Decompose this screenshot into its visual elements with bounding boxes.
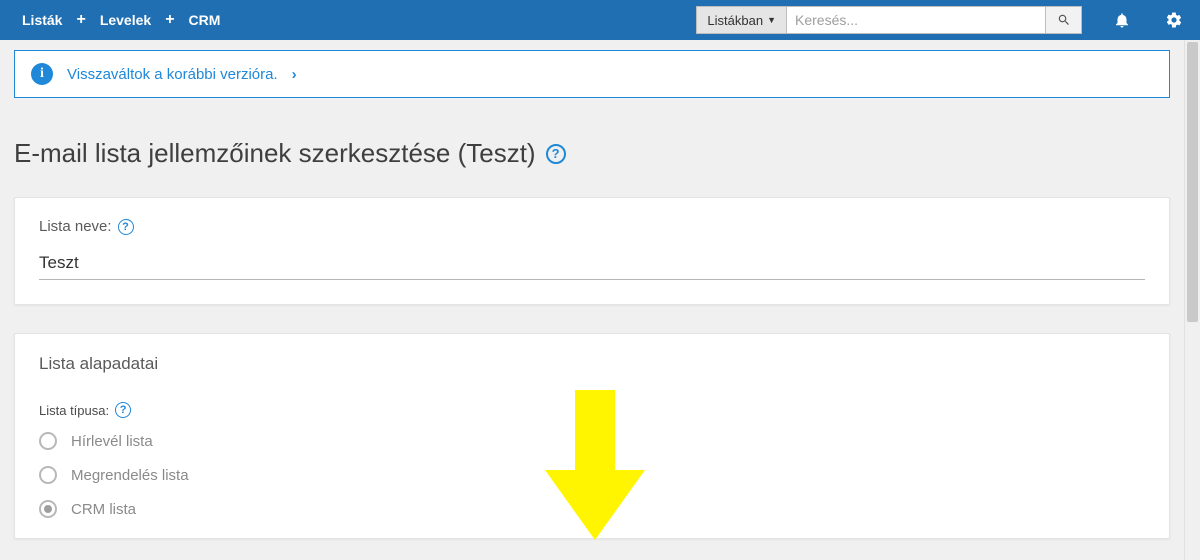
list-name-label: Lista neve: ?	[39, 218, 1145, 235]
nav-letters[interactable]: Levelek	[100, 12, 151, 28]
search-icon	[1057, 13, 1071, 27]
topbar: Listák + Levelek + CRM Listákban ▼	[0, 0, 1200, 40]
search-scope-dropdown[interactable]: Listákban ▼	[696, 6, 786, 34]
settings-button[interactable]	[1162, 8, 1186, 32]
radio-icon	[39, 466, 57, 484]
radio-icon	[39, 432, 57, 450]
gear-icon	[1165, 11, 1183, 29]
search-scope-label: Listákban	[707, 13, 763, 28]
help-icon[interactable]: ?	[118, 219, 134, 235]
chevron-right-icon: ›	[292, 66, 297, 83]
add-list-button[interactable]: +	[76, 12, 85, 28]
radio-icon	[39, 500, 57, 518]
radio-label: Hírlevél lista	[71, 433, 153, 450]
list-type-option-newsletter[interactable]: Hírlevél lista	[39, 432, 1145, 450]
bell-icon	[1113, 11, 1131, 29]
page-title-text: E-mail lista jellemzőinek szerkesztése (…	[14, 138, 536, 169]
search-button[interactable]	[1046, 6, 1082, 34]
list-type-label: Lista típusa: ?	[39, 402, 1145, 418]
nav-lists[interactable]: Listák	[22, 12, 62, 28]
list-name-label-text: Lista neve:	[39, 218, 112, 235]
list-type-label-text: Lista típusa:	[39, 403, 109, 418]
caret-down-icon: ▼	[767, 15, 776, 25]
radio-label: Megrendelés lista	[71, 467, 189, 484]
list-name-input[interactable]	[39, 249, 1145, 280]
scrollbar[interactable]	[1184, 40, 1200, 560]
search-group: Listákban ▼	[696, 6, 1082, 34]
add-letter-button[interactable]: +	[165, 12, 174, 28]
list-name-card: Lista neve: ?	[14, 197, 1170, 305]
basics-heading: Lista alapadatai	[39, 354, 1145, 374]
info-icon: i	[31, 63, 53, 85]
radio-label: CRM lista	[71, 501, 136, 518]
nav-crm[interactable]: CRM	[189, 12, 221, 28]
list-basics-card: Lista alapadatai Lista típusa: ? Hírlevé…	[14, 333, 1170, 539]
search-input[interactable]	[786, 6, 1046, 34]
banner-text: Visszaváltok a korábbi verzióra.	[67, 66, 278, 83]
notifications-button[interactable]	[1110, 8, 1134, 32]
help-icon[interactable]: ?	[546, 144, 566, 164]
list-type-option-order[interactable]: Megrendelés lista	[39, 466, 1145, 484]
list-type-option-crm[interactable]: CRM lista	[39, 500, 1145, 518]
scrollbar-thumb[interactable]	[1187, 42, 1198, 322]
revert-version-banner[interactable]: i Visszaváltok a korábbi verzióra. ›	[14, 50, 1170, 98]
help-icon[interactable]: ?	[115, 402, 131, 418]
page-content: i Visszaváltok a korábbi verzióra. › E-m…	[0, 40, 1184, 560]
page-title: E-mail lista jellemzőinek szerkesztése (…	[14, 138, 1170, 169]
